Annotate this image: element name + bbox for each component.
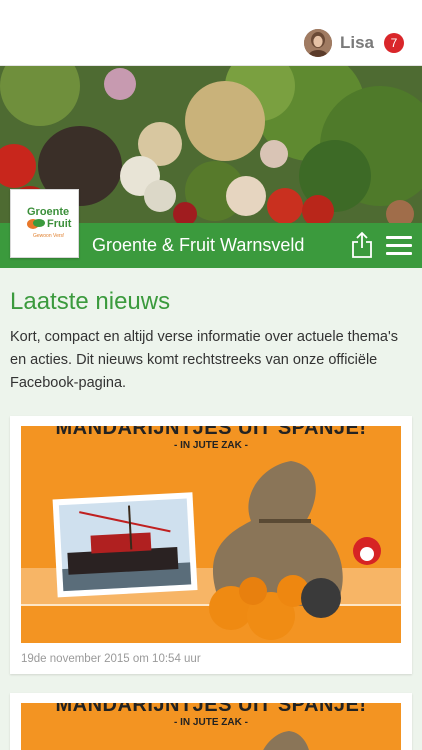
- store-logo[interactable]: Groente Fruit Gewoon Vers!: [10, 189, 79, 258]
- banner-headline: MANDARIJNTJES UIT SPANJE!: [55, 426, 367, 439]
- news-intro: Kort, compact en altijd verse informatie…: [10, 329, 399, 391]
- news-image[interactable]: MANDARIJNTJES UIT SPANJE! - IN JUTE ZAK …: [21, 703, 401, 750]
- news-image[interactable]: MANDARIJNTJES UIT SPANJE! - IN JUTE ZAK …: [21, 426, 401, 643]
- news-section: Laatste nieuws Kort, compact en altijd v…: [0, 268, 422, 750]
- avatar[interactable]: [303, 29, 332, 57]
- user-name[interactable]: Lisa: [340, 33, 374, 53]
- share-icon[interactable]: [350, 231, 374, 259]
- logo-text-groente: Groente: [27, 206, 70, 218]
- banner-subheadline: - IN JUTE ZAK -: [174, 440, 248, 451]
- notification-badge[interactable]: 7: [384, 33, 404, 53]
- store-name: Groente & Fruit Warnsveld: [92, 235, 305, 255]
- hamburger-menu-icon[interactable]: [386, 236, 412, 256]
- leaf-icon: [27, 219, 45, 229]
- news-card[interactable]: MANDARIJNTJES UIT SPANJE! - IN JUTE ZAK …: [10, 416, 412, 674]
- banner-subheadline: - IN JUTE ZAK -: [174, 717, 248, 728]
- top-bar: Lisa 7: [0, 0, 422, 66]
- news-date: 19de november 2015 om 10:54 uur: [21, 653, 201, 665]
- logo-tagline: Gewoon Vers!: [33, 233, 65, 239]
- logo-text-fruit: Fruit: [47, 218, 72, 230]
- banner-headline: MANDARIJNTJES UIT SPANJE!: [55, 703, 367, 716]
- news-card[interactable]: MANDARIJNTJES UIT SPANJE! - IN JUTE ZAK …: [10, 693, 412, 750]
- user-menu[interactable]: Lisa 7: [303, 28, 404, 58]
- section-title: Laatste nieuws: [10, 288, 171, 315]
